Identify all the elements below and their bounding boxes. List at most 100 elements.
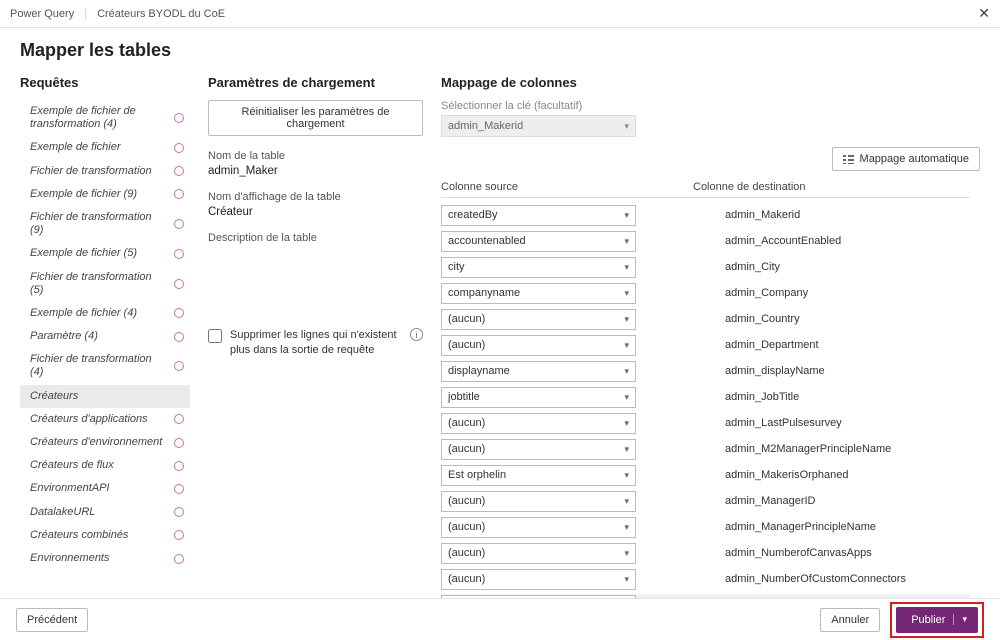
source-select[interactable]: (aucun)▾: [441, 335, 636, 356]
destination-value: admin_NumberOfCustomConnectors: [669, 573, 970, 585]
status-circle-icon: [174, 279, 184, 289]
query-item[interactable]: Paramètre (4): [20, 325, 190, 348]
automap-label: Mappage automatique: [860, 153, 969, 165]
mapping-row: Est orphelin▾admin_MakerisOrphaned: [441, 464, 970, 486]
query-item[interactable]: Créateurs d'applications: [20, 408, 190, 431]
query-item[interactable]: EnvironmentAPI: [20, 477, 190, 500]
source-select[interactable]: (aucun)▾: [441, 595, 636, 599]
destination-value: admin_City: [669, 261, 970, 273]
destination-value: admin_ManagerID: [669, 495, 970, 507]
query-item[interactable]: Exemple de fichier de transformation (4): [20, 100, 190, 136]
mapping-row: (aucun)▾admin_NumberOfEnvironments: [441, 594, 970, 598]
query-item-label: Fichier de transformation (4): [30, 353, 168, 379]
destination-value: admin_Company: [669, 287, 970, 299]
query-item[interactable]: Créateurs: [20, 385, 190, 408]
query-item[interactable]: Exemple de fichier: [20, 136, 190, 159]
query-item-label: Environnements: [30, 552, 110, 565]
query-item[interactable]: Fichier de transformation (5): [20, 266, 190, 302]
query-item-label: Exemple de fichier de transformation (4): [30, 105, 168, 131]
chevron-down-icon: ▾: [624, 548, 629, 559]
close-icon[interactable]: ✕: [978, 5, 990, 22]
source-select[interactable]: displayname▾: [441, 361, 636, 382]
query-item-label: DatalakeURL: [30, 506, 95, 519]
source-select[interactable]: companyname▾: [441, 283, 636, 304]
topbar: Power Query | Créateurs BYODL du CoE ✕: [0, 0, 1000, 28]
load-params: Paramètres de chargement Réinitialiser l…: [208, 75, 423, 598]
status-circle-icon: [174, 189, 184, 199]
chevron-down-icon: ▾: [624, 340, 629, 351]
mapping-row: displayname▾ admin_displayName: [441, 360, 970, 382]
query-item[interactable]: Fichier de transformation: [20, 160, 190, 183]
query-item[interactable]: Créateurs combinés: [20, 524, 190, 547]
source-select[interactable]: (aucun) ▾: [441, 309, 636, 330]
back-button[interactable]: Précédent: [16, 608, 88, 632]
query-item[interactable]: DatalakeURL: [20, 501, 190, 524]
status-circle-icon: [174, 332, 184, 342]
reset-params-button[interactable]: Réinitialiser les paramètres de chargeme…: [208, 100, 423, 136]
destination-value: admin_AccountEnabled: [669, 235, 970, 247]
delete-missing-rows-checkbox[interactable]: [208, 329, 222, 343]
sidebar: Requêtes Exemple de fichier de transform…: [20, 75, 190, 598]
chevron-down-icon: ▾: [624, 470, 629, 481]
query-item[interactable]: Fichier de transformation (9): [20, 206, 190, 242]
query-item-label: Fichier de transformation (9): [30, 211, 168, 237]
publish-button[interactable]: Publier ▾: [896, 607, 978, 633]
query-item[interactable]: Exemple de fichier (5): [20, 242, 190, 265]
source-select[interactable]: (aucun)▾: [441, 517, 636, 538]
mapping-header: Mappage de colonnes: [441, 75, 980, 90]
query-item[interactable]: Créateurs de flux: [20, 454, 190, 477]
query-item[interactable]: Exemple de fichier (9): [20, 183, 190, 206]
source-select[interactable]: (aucun) ▾: [441, 543, 636, 564]
query-item[interactable]: Environnements: [20, 547, 190, 570]
query-item-label: Exemple de fichier (5): [30, 247, 137, 260]
query-item-label: Créateurs d'applications: [30, 413, 148, 426]
source-select[interactable]: Est orphelin▾: [441, 465, 636, 486]
chevron-down-icon[interactable]: ▾: [953, 614, 967, 625]
publish-highlight: Publier ▾: [890, 602, 984, 638]
destination-value: admin_displayName: [669, 365, 970, 377]
mapping-row: (aucun)▾admin_NumberofCanvasApps: [441, 542, 970, 564]
source-select-value: (aucun): [448, 417, 485, 429]
source-select[interactable]: jobtitle▾: [441, 387, 636, 408]
source-select[interactable]: (aucun)▾: [441, 491, 636, 512]
source-select[interactable]: city▾: [441, 257, 636, 278]
footer: Précédent Annuler Publier ▾: [0, 598, 1000, 640]
description-label: Description de la table: [208, 232, 423, 244]
source-select[interactable]: (aucun)▾: [441, 439, 636, 460]
source-column-header: Colonne source: [441, 181, 669, 193]
chevron-down-icon: ▾: [624, 574, 629, 585]
status-circle-icon: [174, 308, 184, 318]
table-name-value: admin_Maker: [208, 165, 423, 177]
info-icon[interactable]: i: [410, 328, 423, 341]
source-select[interactable]: (aucun)▾: [441, 413, 636, 434]
status-circle-icon: [174, 484, 184, 494]
automap-button[interactable]: Mappage automatique: [832, 147, 980, 171]
mapping-row: (aucun)▾admin_ManagerPrincipleName: [441, 516, 970, 538]
query-item-label: EnvironmentAPI: [30, 482, 109, 495]
destination-value: admin_Country: [669, 313, 970, 325]
source-select-value: (aucun): [448, 313, 485, 325]
chevron-down-icon: ▾: [624, 314, 629, 325]
chevron-down-icon: ▾: [624, 236, 629, 247]
sidebar-header: Requêtes: [20, 75, 190, 90]
chevron-down-icon: ▾: [624, 262, 629, 273]
query-item[interactable]: Fichier de transformation (4): [20, 348, 190, 384]
cancel-button[interactable]: Annuler: [820, 608, 880, 632]
source-select[interactable]: accountenabled▾: [441, 231, 636, 252]
key-select-label: Sélectionner la clé (facultatif): [441, 100, 980, 112]
query-item[interactable]: Créateurs d'environnement: [20, 431, 190, 454]
source-select-value: (aucun): [448, 547, 485, 559]
query-item-label: Fichier de transformation: [30, 165, 152, 178]
source-select[interactable]: createdBy▾: [441, 205, 636, 226]
source-select-value: displayname: [448, 365, 510, 377]
source-select[interactable]: (aucun)▾: [441, 569, 636, 590]
mapping-row: (aucun)▾ admin_NumberOfCustomConnectors: [441, 568, 970, 590]
query-item-label: Exemple de fichier (4): [30, 307, 137, 320]
query-item-label: Exemple de fichier (9): [30, 188, 137, 201]
query-item[interactable]: Exemple de fichier (4): [20, 302, 190, 325]
key-select[interactable]: admin_Makerid ▾: [441, 115, 636, 137]
brand: Power Query: [10, 8, 74, 20]
chevron-down-icon: ▾: [624, 496, 629, 507]
mapping-row: companyname▾ admin_Company: [441, 282, 970, 304]
mapping-row: (aucun)▾admin_LastPulsesurvey: [441, 412, 970, 434]
